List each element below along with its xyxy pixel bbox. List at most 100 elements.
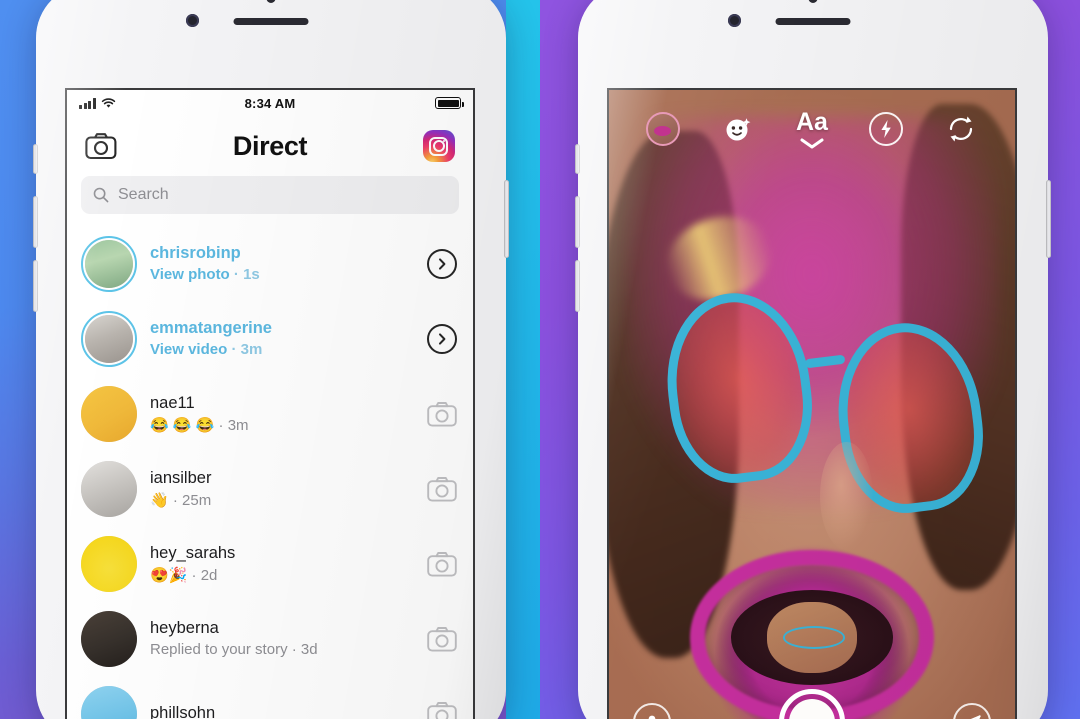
- conversation-username: nae11: [150, 393, 195, 412]
- camera-viewfinder[interactable]: Aa: [609, 90, 1015, 719]
- page-title: Direct: [232, 130, 308, 161]
- conversation-preview: View photo · 1s: [150, 266, 414, 283]
- conversation-row[interactable]: iansilber 👋 · 25m: [67, 451, 473, 526]
- camera-icon[interactable]: [85, 132, 117, 160]
- conversation-preview: 👋 · 25m: [150, 491, 414, 509]
- avatar[interactable]: [81, 385, 137, 442]
- front-camera-icon: [186, 14, 200, 27]
- conversation-preview: 😍🎉 · 2d: [150, 566, 414, 584]
- conversation-row[interactable]: chrisrobinp View photo · 1s: [67, 226, 473, 301]
- conversation-username: emmatangerine: [150, 319, 272, 337]
- timestamp: · 3m: [231, 341, 263, 358]
- mute-switch-right[interactable]: [575, 144, 580, 174]
- proximity-sensor-icon-right: [808, 0, 818, 3]
- conversation-preview: Replied to your story · 3d: [150, 641, 414, 658]
- power-button-right[interactable]: [1046, 180, 1051, 258]
- search-input[interactable]: Search: [81, 176, 459, 214]
- left-phone-device: 8:34 AM Direct Search chrisrobinp View p…: [33, 0, 509, 719]
- preview-text: 😂 😂 😂: [150, 416, 215, 434]
- conversation-text: heyberna Replied to your story · 3d: [150, 619, 414, 658]
- text-tool-icon[interactable]: Aa: [796, 107, 828, 149]
- conversation-text: phillsohn: [150, 704, 414, 719]
- shutter-button[interactable]: [779, 689, 845, 719]
- camera-icon[interactable]: [427, 401, 457, 427]
- search-container: Search: [67, 176, 473, 226]
- phone-top-hardware: [36, 0, 506, 40]
- camera-icon[interactable]: [427, 401, 457, 427]
- conversation-text: nae11 😂 😂 😂 · 3m: [150, 394, 414, 434]
- conversation-username: phillsohn: [150, 704, 216, 719]
- wifi-icon: [101, 98, 115, 108]
- camera-icon[interactable]: [427, 701, 457, 719]
- avatar[interactable]: [81, 235, 137, 292]
- camera-bottom-toolbar: [609, 688, 1015, 719]
- conversation-list[interactable]: chrisrobinp View photo · 1s emmatangerine V…: [67, 226, 473, 719]
- preview-text: 👋: [150, 491, 169, 509]
- preview-text: Replied to your story: [150, 641, 288, 658]
- preview-text: View video: [150, 341, 228, 358]
- conversation-username: iansilber: [150, 468, 212, 487]
- timestamp: · 25m: [172, 491, 212, 509]
- camera-icon[interactable]: [427, 551, 457, 577]
- conversation-username: hey_sarahs: [150, 543, 236, 562]
- avatar[interactable]: [81, 460, 137, 517]
- preview-text: View photo: [150, 266, 230, 283]
- camera-icon[interactable]: [427, 551, 457, 577]
- avatar[interactable]: [81, 685, 137, 719]
- avatar[interactable]: [81, 535, 137, 592]
- conversation-row[interactable]: nae11 😂 😂 😂 · 3m: [67, 376, 473, 451]
- camera-top-toolbar: Aa: [609, 104, 1015, 154]
- chevron-down-icon[interactable]: [799, 138, 825, 149]
- conversation-preview: 😂 😂 😂 · 3m: [150, 416, 414, 434]
- right-phone-device: Aa: [575, 0, 1051, 719]
- camera-icon[interactable]: [427, 701, 457, 719]
- face-filter-thumbnail[interactable]: [645, 112, 680, 146]
- conversation-text: iansilber 👋 · 25m: [150, 469, 414, 509]
- text-tool-label: Aa: [796, 107, 828, 136]
- volume-down-button-right[interactable]: [575, 260, 580, 312]
- camera-icon[interactable]: [427, 476, 457, 502]
- conversation-username: chrisrobinp: [150, 244, 241, 262]
- battery-full-icon: [435, 97, 464, 109]
- flip-camera-icon[interactable]: [944, 112, 978, 146]
- status-bar-time: 8:34 AM: [244, 95, 296, 111]
- avatar[interactable]: [81, 310, 137, 367]
- conversation-row[interactable]: phillsohn: [67, 676, 473, 719]
- conversation-text: emmatangerine View video · 3m: [150, 319, 414, 358]
- send-icon[interactable]: [953, 703, 991, 719]
- volume-down-button[interactable]: [33, 260, 38, 312]
- search-icon: [93, 187, 109, 203]
- timestamp: · 1s: [233, 266, 260, 283]
- recipients-icon[interactable]: [633, 703, 671, 719]
- instagram-logo-icon[interactable]: [422, 130, 455, 162]
- avatar[interactable]: [81, 610, 137, 667]
- chevron-right-circle-icon[interactable]: [427, 323, 457, 354]
- face-effects-icon[interactable]: [721, 112, 755, 146]
- conversation-text: chrisrobinp View photo · 1s: [150, 244, 414, 283]
- earpiece-speaker: [233, 18, 309, 25]
- conversation-text: hey_sarahs 😍🎉 · 2d: [150, 544, 414, 584]
- flash-icon[interactable]: [869, 112, 904, 146]
- timestamp: · 2d: [191, 566, 218, 584]
- background-middle-strip: [506, 0, 540, 719]
- volume-up-button[interactable]: [33, 196, 38, 248]
- status-bar: 8:34 AM: [67, 90, 473, 116]
- camera-icon[interactable]: [427, 626, 457, 652]
- power-button[interactable]: [504, 180, 509, 258]
- conversation-row[interactable]: emmatangerine View video · 3m: [67, 301, 473, 376]
- mute-switch[interactable]: [33, 144, 38, 174]
- camera-icon[interactable]: [427, 626, 457, 652]
- camera-icon[interactable]: [427, 476, 457, 502]
- camera-preview-image: [609, 90, 1015, 719]
- timestamp: · 3m: [218, 416, 249, 434]
- chevron-right-circle-icon[interactable]: [427, 248, 457, 279]
- volume-up-button-right[interactable]: [575, 196, 580, 248]
- conversation-preview: View video · 3m: [150, 341, 414, 358]
- signal-bars-icon: [79, 98, 96, 109]
- conversation-row[interactable]: heyberna Replied to your story · 3d: [67, 601, 473, 676]
- conversation-row[interactable]: hey_sarahs 😍🎉 · 2d: [67, 526, 473, 601]
- conversation-username: heyberna: [150, 619, 219, 637]
- preview-text: 😍🎉: [150, 566, 188, 584]
- earpiece-speaker-right: [775, 18, 851, 25]
- proximity-sensor-icon: [266, 0, 276, 3]
